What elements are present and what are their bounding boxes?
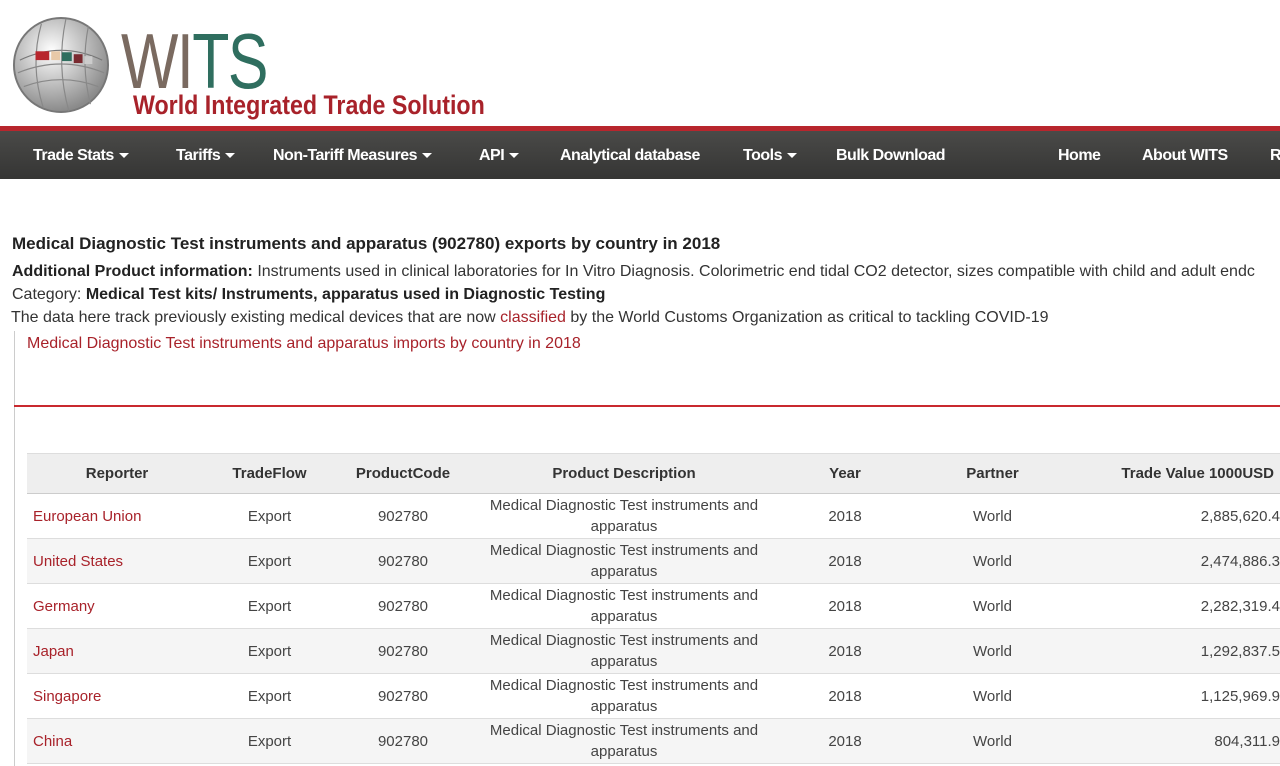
- imports-by-country-link[interactable]: Medical Diagnostic Test instruments and …: [27, 335, 581, 353]
- category-value: Medical Test kits/ Instruments, apparatu…: [85, 286, 606, 303]
- table-row: United States Export 902780 Medical Diag…: [27, 538, 1280, 584]
- chevron-down-icon: [786, 153, 797, 159]
- partner-cell: World: [916, 493, 1069, 539]
- nav-item-tools[interactable]: Tools: [743, 131, 797, 179]
- classified-link[interactable]: classified: [500, 309, 566, 326]
- wits-wordmark[interactable]: WITS: [121, 22, 268, 100]
- category-label: Category:: [12, 286, 82, 303]
- reporter-link[interactable]: China: [33, 733, 72, 750]
- table-header-row: Reporter TradeFlow ProductCode Product D…: [27, 453, 1280, 494]
- year-cell: 2018: [774, 628, 916, 674]
- productcode-cell: 902780: [332, 718, 474, 764]
- year-cell: 2018: [774, 493, 916, 539]
- description-cell: Medical Diagnostic Test instruments and …: [474, 493, 774, 539]
- table-row: Japan Export 902780 Medical Diagnostic T…: [27, 628, 1280, 674]
- chevron-down-icon: [118, 153, 129, 159]
- table-row: European Union Export 902780 Medical Dia…: [27, 493, 1280, 539]
- additional-info-label: Additional Product information:: [12, 263, 253, 280]
- nav-item-analytical-database[interactable]: Analytical database: [560, 131, 700, 179]
- nav-item-tariffs[interactable]: Tariffs: [176, 131, 236, 179]
- reporter-link[interactable]: European Union: [33, 508, 141, 525]
- wits-subtitle[interactable]: World Integrated Trade Solution: [133, 90, 485, 121]
- covid-note-text-before: The data here track previously existing …: [11, 309, 501, 326]
- table-row: Germany Export 902780 Medical Diagnostic…: [27, 583, 1280, 629]
- chevron-down-icon: [422, 153, 433, 159]
- reporter-link[interactable]: Singapore: [33, 688, 101, 705]
- covid-note: The data here track previously existing …: [11, 309, 1049, 327]
- trade-value-cell: 2,885,620.4: [1069, 493, 1280, 539]
- description-cell: Medical Diagnostic Test instruments and …: [474, 583, 774, 629]
- tradeflow-cell: Export: [207, 583, 332, 629]
- wits-globe-logo-icon[interactable]: [12, 16, 110, 114]
- chevron-down-icon: [509, 153, 520, 159]
- trade-data-table: Reporter TradeFlow ProductCode Product D…: [27, 453, 1280, 764]
- category-line: Category: Medical Test kits/ Instruments…: [12, 286, 605, 304]
- reporter-link[interactable]: Japan: [33, 643, 74, 660]
- tradeflow-cell: Export: [207, 538, 332, 584]
- col-header-product-description[interactable]: Product Description: [474, 453, 774, 494]
- nav-item-api[interactable]: API: [479, 131, 520, 179]
- chevron-down-icon: [225, 153, 236, 159]
- trade-value-cell: 2,474,886.3: [1069, 538, 1280, 584]
- page-title: Medical Diagnostic Test instruments and …: [12, 234, 721, 253]
- partner-cell: World: [916, 583, 1069, 629]
- trade-value-cell: 804,311.9: [1069, 718, 1280, 764]
- col-header-tradeflow[interactable]: TradeFlow: [207, 453, 332, 494]
- nav-item-home[interactable]: Home: [1058, 131, 1101, 179]
- year-cell: 2018: [774, 538, 916, 584]
- additional-info-text: Instruments used in clinical laboratorie…: [257, 263, 1255, 280]
- tradeflow-cell: Export: [207, 673, 332, 719]
- nav-item-about-wits[interactable]: About WITS: [1142, 131, 1228, 179]
- year-cell: 2018: [774, 583, 916, 629]
- col-header-reporter[interactable]: Reporter: [27, 453, 207, 494]
- panel-divider: [14, 405, 1280, 407]
- description-cell: Medical Diagnostic Test instruments and …: [474, 538, 774, 584]
- productcode-cell: 902780: [332, 673, 474, 719]
- col-header-trade-value[interactable]: Trade Value 1000USD: [1069, 453, 1280, 494]
- main-nav: Trade Stats Tariffs Non-Tariff Measures …: [0, 131, 1280, 179]
- description-cell: Medical Diagnostic Test instruments and …: [474, 628, 774, 674]
- nav-item-non-tariff-measures[interactable]: Non-Tariff Measures: [273, 131, 433, 179]
- productcode-cell: 902780: [332, 538, 474, 584]
- trade-value-cell: 2,282,319.4: [1069, 583, 1280, 629]
- year-cell: 2018: [774, 718, 916, 764]
- col-header-partner[interactable]: Partner: [916, 453, 1069, 494]
- covid-note-text-after: by the World Customs Organization as cri…: [565, 309, 1049, 326]
- panel-left-border: [14, 331, 15, 766]
- productcode-cell: 902780: [332, 583, 474, 629]
- productcode-cell: 902780: [332, 493, 474, 539]
- additional-info: Additional Product information: Instrume…: [12, 263, 1255, 281]
- wits-page: WITS World Integrated Trade Solution Tra…: [0, 0, 1280, 766]
- year-cell: 2018: [774, 673, 916, 719]
- partner-cell: World: [916, 538, 1069, 584]
- tradeflow-cell: Export: [207, 628, 332, 674]
- trade-value-cell: 1,292,837.5: [1069, 628, 1280, 674]
- partner-cell: World: [916, 628, 1069, 674]
- nav-item-truncated[interactable]: R: [1270, 131, 1280, 179]
- description-cell: Medical Diagnostic Test instruments and …: [474, 673, 774, 719]
- description-cell: Medical Diagnostic Test instruments and …: [474, 718, 774, 764]
- partner-cell: World: [916, 718, 1069, 764]
- site-header: WITS World Integrated Trade Solution: [0, 0, 1280, 126]
- table-row: China Export 902780 Medical Diagnostic T…: [27, 718, 1280, 764]
- col-header-productcode[interactable]: ProductCode: [332, 453, 474, 494]
- nav-item-trade-stats[interactable]: Trade Stats: [33, 131, 129, 179]
- tradeflow-cell: Export: [207, 718, 332, 764]
- col-header-year[interactable]: Year: [774, 453, 916, 494]
- trade-value-cell: 1,125,969.9: [1069, 673, 1280, 719]
- reporter-link[interactable]: Germany: [33, 598, 95, 615]
- reporter-link[interactable]: United States: [33, 553, 123, 570]
- nav-item-bulk-download[interactable]: Bulk Download: [836, 131, 946, 179]
- tradeflow-cell: Export: [207, 493, 332, 539]
- productcode-cell: 902780: [332, 628, 474, 674]
- partner-cell: World: [916, 673, 1069, 719]
- table-row: Singapore Export 902780 Medical Diagnost…: [27, 673, 1280, 719]
